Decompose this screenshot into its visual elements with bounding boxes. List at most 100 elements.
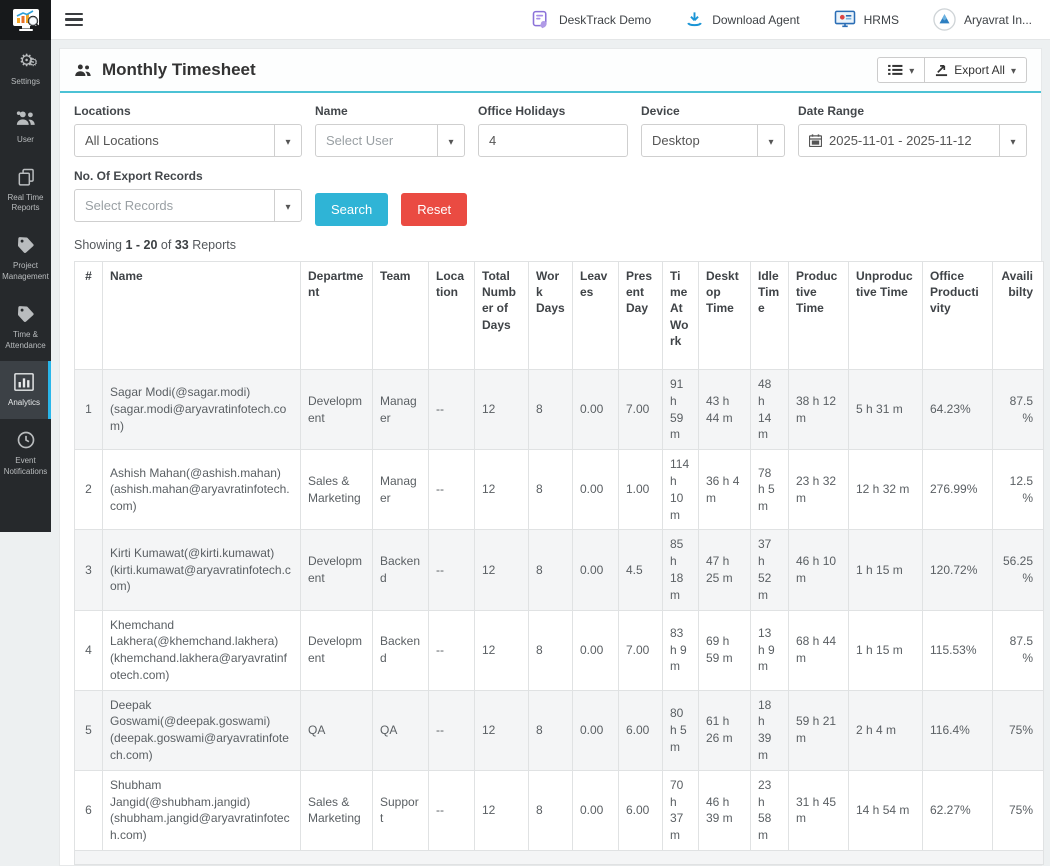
cell-idle-time: 18 h 39 m [751, 690, 789, 770]
cell-desktop-time: 46 h 39 m [699, 770, 751, 850]
search-button[interactable]: Search [315, 193, 388, 226]
column-header: Present Day [619, 262, 663, 370]
navbar-item-download-agent[interactable]: Download Agent [685, 10, 799, 29]
results-range: 1 - 20 [125, 238, 157, 252]
cell-work-days: 8 [529, 770, 573, 850]
navbar-item-label: Download Agent [712, 13, 799, 27]
column-header: Desktop Time [699, 262, 751, 370]
cell-total-days: 12 [475, 530, 529, 610]
sidebar-item-label: Time & Attendance [2, 330, 49, 352]
cell-team: Manager [373, 450, 429, 530]
cell-leaves: 0.00 [573, 530, 619, 610]
navbar-item-hrms[interactable]: HRMS [834, 10, 899, 29]
user-name: Khemchand Lakhera(@khemchand.lakhera) [110, 617, 293, 651]
cell-productive-time: 23 h 32 m [789, 450, 849, 530]
filter-office-holidays: Office Holidays 4 [478, 104, 628, 157]
sidebar-item-user[interactable]: User [0, 98, 51, 156]
column-settings-button[interactable] [877, 57, 925, 83]
sidebar-item-settings[interactable]: ⚙⚙Settings [0, 40, 51, 98]
cell-office-productivity: 116.4% [923, 690, 993, 770]
cell-location: -- [429, 369, 475, 449]
name-select[interactable]: Select User [315, 124, 465, 157]
cell-office-productivity: 64.23% [923, 369, 993, 449]
cell-time-at-work: 91 h 59 m [663, 369, 699, 449]
sidebar-item-real-time-reports[interactable]: Real Time Reports [0, 156, 51, 225]
cell-department: Development [301, 610, 373, 690]
page-title: Monthly Timesheet [74, 60, 256, 80]
bar-chart-icon [2, 372, 46, 394]
sidebar-item-label: Real Time Reports [2, 193, 49, 215]
export-records-select[interactable]: Select Records [74, 189, 302, 222]
chevron-down-icon [285, 133, 290, 148]
cell-idle-time: 23 h 58 m [751, 770, 789, 850]
device-value: Desktop [642, 133, 757, 148]
cell-name: Ashish Mahan(@ashish.mahan)(ashish.mahan… [103, 450, 301, 530]
export-all-button[interactable]: Export All [925, 57, 1027, 83]
cell-unproductive-time: 1 h 15 m [849, 610, 923, 690]
sidebar-item-analytics[interactable]: Analytics [0, 361, 51, 419]
sidebar-item-time-attendance[interactable]: Time & Attendance [0, 293, 51, 362]
table-row: 2Ashish Mahan(@ashish.mahan)(ashish.maha… [75, 450, 1044, 530]
chevron-down-icon [1011, 63, 1016, 77]
cell-location: -- [429, 450, 475, 530]
cell-time-at-work: 70 h 37 m [663, 770, 699, 850]
navbar-item-aryavrat-in[interactable]: Aryavrat In... [933, 8, 1032, 31]
cell-present-day: 1.00 [619, 450, 663, 530]
sidebar-item-label: User [2, 135, 49, 146]
column-header: Time At Work [663, 262, 699, 370]
monitor-icon [834, 10, 856, 29]
navbar-menu: DeskTrack Demo Download Agent HRMS Aryavrat… [530, 8, 1050, 31]
cell-desktop-time: 61 h 26 m [699, 690, 751, 770]
navbar-item-label: HRMS [864, 13, 899, 27]
sidebar-item-event-notifications[interactable]: Event Notifications [0, 419, 51, 488]
user-name: Shubham Jangid(@shubham.jangid) [110, 777, 293, 811]
users-group-icon [74, 63, 93, 78]
navbar-item-desktrack-demo[interactable]: DeskTrack Demo [530, 9, 651, 30]
sidebar-item-project-management[interactable]: Project Management [0, 224, 51, 293]
cell-team: Backend [373, 610, 429, 690]
download-icon [685, 10, 704, 29]
desktrack-demo-icon [530, 9, 551, 30]
column-header: Location [429, 262, 475, 370]
cell-location: -- [429, 770, 475, 850]
user-email: (deepak.goswami@aryavratinfotech.com) [110, 730, 293, 764]
cell-department: Development [301, 369, 373, 449]
cell-unproductive-time: 14 h 54 m [849, 770, 923, 850]
cell-department: Sales & Marketing [301, 450, 373, 530]
cell-num: 2 [75, 450, 103, 530]
cell-availability: 75% [993, 690, 1044, 770]
cell-name: Kirti Kumawat(@kirti.kumawat)(kirti.kuma… [103, 530, 301, 610]
users-icon [2, 109, 49, 131]
date-range-value: 2025-11-01 - 2025-11-12 [829, 133, 972, 148]
column-header: Work Days [529, 262, 573, 370]
chevron-down-icon [285, 198, 290, 213]
column-header: Leaves [573, 262, 619, 370]
reset-button[interactable]: Reset [401, 193, 467, 226]
cell-location: -- [429, 690, 475, 770]
name-label: Name [315, 104, 465, 118]
office-holidays-input[interactable]: 4 [478, 124, 628, 157]
user-name: Ashish Mahan(@ashish.mahan) [110, 465, 293, 482]
export-all-label: Export All [954, 63, 1005, 77]
user-email: (kirti.kumawat@aryavratinfotech.com) [110, 562, 293, 596]
locations-select[interactable]: All Locations [74, 124, 302, 157]
cell-total-days: 12 [475, 610, 529, 690]
date-range-picker[interactable]: 2025-11-01 - 2025-11-12 [798, 124, 1027, 157]
export-icon [935, 64, 948, 77]
device-select[interactable]: Desktop [641, 124, 785, 157]
clock-icon [2, 430, 49, 452]
hamburger-menu-icon[interactable] [65, 10, 83, 30]
table-row: 6Shubham Jangid(@shubham.jangid)(shubham… [75, 770, 1044, 850]
cell-num: 1 [75, 369, 103, 449]
cell-department: Sales & Marketing [301, 770, 373, 850]
cell-present-day: 6.00 [619, 770, 663, 850]
filter-name: Name Select User [315, 104, 465, 157]
table-row: 4Khemchand Lakhera(@khemchand.lakhera)(k… [75, 610, 1044, 690]
cell-total-days: 12 [475, 450, 529, 530]
app-logo[interactable] [0, 0, 51, 40]
user-name: Deepak Goswami(@deepak.goswami) [110, 697, 293, 731]
cell-name: Khemchand Lakhera(@khemchand.lakhera)(kh… [103, 610, 301, 690]
sidebar-item-label: Event Notifications [2, 456, 49, 478]
table-row: 1Sagar Modi(@sagar.modi)(sagar.modi@arya… [75, 369, 1044, 449]
cell-present-day: 7.00 [619, 610, 663, 690]
